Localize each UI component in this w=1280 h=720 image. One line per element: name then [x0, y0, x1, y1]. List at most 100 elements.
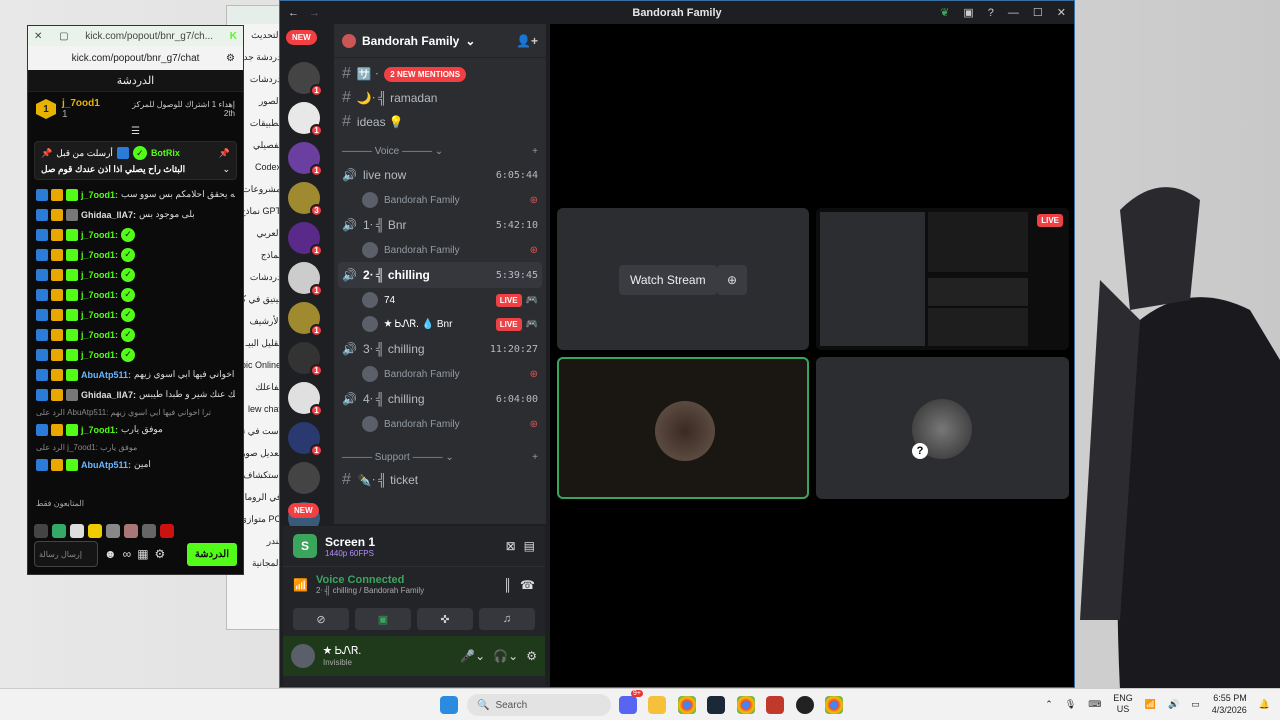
chat-username[interactable]: j_7ood1:: [81, 230, 118, 240]
chat-username[interactable]: j_7ood1:: [81, 425, 118, 435]
voice-user[interactable]: Bandorah Family ⊛: [334, 362, 546, 386]
game-app-icon[interactable]: [766, 696, 784, 714]
server-icon[interactable]: 1: [288, 262, 323, 297]
disconnect-icon[interactable]: ☎: [520, 578, 535, 592]
avatar[interactable]: [291, 644, 315, 668]
voice-user[interactable]: Bandorah Family ⊛: [334, 412, 546, 436]
noise-suppression-icon[interactable]: ║: [504, 578, 513, 592]
restore-icon[interactable]: ▢: [59, 31, 68, 42]
add-channel-icon[interactable]: +: [532, 452, 538, 463]
live-stream-tile[interactable]: LIVE: [816, 208, 1069, 350]
server-icon[interactable]: 3: [288, 182, 323, 217]
reply-preview[interactable]: الرد على AbuAtp511: ترا اخواني فيها ابي …: [36, 406, 235, 418]
taskbar-search[interactable]: 🔍 Search: [467, 694, 611, 716]
chat-input[interactable]: إرسال رسالة: [34, 541, 98, 567]
steam-icon[interactable]: [707, 696, 725, 714]
emote-icon[interactable]: [124, 524, 138, 538]
store-icon[interactable]: ▦: [137, 547, 148, 561]
guild-header[interactable]: Bandorah Family ⌄ 👤+: [334, 24, 546, 58]
voice-channel[interactable]: 🔊 2ᐧ ╣ chilling 5:39:45: [338, 262, 542, 288]
battery-icon[interactable]: ▭: [1191, 699, 1200, 710]
voice-status[interactable]: Voice Connected: [316, 574, 424, 586]
infinity-icon[interactable]: ∞: [123, 547, 132, 561]
app-icon[interactable]: [796, 696, 814, 714]
chat-username[interactable]: j_7ood1:: [81, 290, 118, 300]
emote-icon[interactable]: [106, 524, 120, 538]
chrome-icon[interactable]: [678, 696, 696, 714]
chrome-icon[interactable]: [825, 696, 843, 714]
speaking-user-tile[interactable]: [557, 357, 809, 499]
settings-icon[interactable]: ⚙: [226, 53, 235, 64]
chat-username[interactable]: j_7ood1:: [81, 330, 118, 340]
chat-username[interactable]: j_7ood1:: [81, 190, 118, 200]
send-chat-button[interactable]: الدردشة: [186, 542, 237, 566]
add-member-icon[interactable]: 👤+: [516, 34, 538, 48]
new-unread-pill-bottom[interactable]: NEW: [288, 503, 319, 518]
server-icon[interactable]: 1: [288, 342, 323, 377]
chrome-icon[interactable]: [737, 696, 755, 714]
voice-user[interactable]: 74 LIVE 🎮: [334, 288, 546, 312]
server-icon[interactable]: 1: [288, 302, 323, 337]
unpin-icon[interactable]: 📌: [219, 148, 230, 159]
voice-channel[interactable]: 🔊 4ᐧ ╣ chilling 6:04:00: [334, 386, 546, 412]
chat-username[interactable]: j_7ood1:: [81, 250, 118, 260]
emote-icon[interactable]: [34, 524, 48, 538]
server-icon[interactable]: 1: [288, 222, 323, 257]
emoji-icon[interactable]: ☻: [104, 547, 117, 561]
volume-icon[interactable]: 🔊: [1168, 699, 1179, 710]
user-tile[interactable]: ?: [816, 357, 1069, 499]
language-indicator[interactable]: ENG US: [1113, 693, 1133, 715]
mic-icon[interactable]: 🎤⌄: [460, 649, 485, 663]
server-icon[interactable]: 1: [288, 142, 323, 177]
mic-icon[interactable]: 🎙: [1065, 699, 1076, 710]
close-icon[interactable]: ✕: [34, 31, 42, 42]
address-bar[interactable]: kick.com/popout/bnr_g7/chat ⚙: [28, 46, 243, 70]
channel-ideas[interactable]: # ideas 💡: [334, 110, 546, 134]
camera-off-button[interactable]: ⊘: [293, 608, 349, 630]
add-channel-icon[interactable]: +: [532, 146, 538, 157]
channel-ramadan[interactable]: # 🌙ᐧ ╣ ramadan: [334, 86, 546, 110]
gear-icon[interactable]: ⚙: [526, 649, 537, 663]
server-icon[interactable]: 1: [288, 382, 323, 417]
voice-user[interactable]: ★ ᏏᏁᏒ. 💧 Bnr LIVE 🎮: [334, 312, 546, 336]
chat-username[interactable]: j_7ood1:: [81, 270, 118, 280]
emote-icon[interactable]: [52, 524, 66, 538]
server-icon[interactable]: [288, 462, 320, 494]
new-unread-pill[interactable]: NEW: [286, 30, 317, 45]
chevron-up-icon[interactable]: ⌃: [1045, 699, 1053, 710]
server-icon[interactable]: 1: [288, 62, 323, 97]
reply-preview[interactable]: الرد على j_7ood1: موفق يارب: [36, 441, 235, 453]
clock[interactable]: 6:55 PM 4/3/2026: [1212, 692, 1247, 716]
emote-icon[interactable]: [142, 524, 156, 538]
server-icon[interactable]: 1: [288, 422, 323, 457]
pinned-user[interactable]: BotRix: [151, 148, 180, 158]
chat-username[interactable]: Ghidaa_lIA7:: [81, 210, 136, 220]
chat-username[interactable]: j_7ood1:: [81, 310, 118, 320]
stream-settings-icon[interactable]: ▤: [524, 539, 535, 553]
headphones-icon[interactable]: 🎧⌄: [493, 649, 518, 663]
keyboard-icon[interactable]: ⌨: [1088, 699, 1101, 710]
share-screen-button[interactable]: ▣: [355, 608, 411, 630]
chat-username[interactable]: AbuAtp511:: [81, 460, 131, 470]
soundboard-button[interactable]: ♫: [479, 608, 535, 630]
emote-icon[interactable]: [88, 524, 102, 538]
support-category[interactable]: ——— Support ——— ⌄ +: [334, 446, 546, 468]
voice-user[interactable]: Bandorah Family ⊛: [334, 238, 546, 262]
chat-username[interactable]: Ghidaa_lIA7:: [81, 390, 136, 400]
stream-tile[interactable]: Watch Stream ⊕: [557, 208, 809, 350]
voice-channel[interactable]: 🔊 1ᐧ ╣ Bnr 5:42:10: [334, 212, 546, 238]
expand-icon[interactable]: ⌄: [222, 164, 230, 175]
mentions-badge[interactable]: 2 NEW MENTIONS: [384, 66, 467, 82]
emote-icon[interactable]: [70, 524, 84, 538]
server-icon[interactable]: 1: [288, 102, 323, 137]
voice-channel[interactable]: 🔊 3ᐧ ╣ chilling 11:20:27: [334, 336, 546, 362]
channel-announcements[interactable]: # 🈂️ ᐧ 2 NEW MENTIONS: [334, 62, 546, 86]
chat-username[interactable]: j_7ood1:: [81, 350, 118, 360]
voice-channel[interactable]: 🔊 live now 6:05:44: [334, 162, 546, 188]
start-icon[interactable]: [440, 696, 458, 714]
gear-icon[interactable]: ⚙: [155, 547, 166, 561]
watch-stream-button[interactable]: Watch Stream: [619, 265, 717, 295]
chat-username[interactable]: AbuAtp511:: [81, 370, 131, 380]
notification-icon[interactable]: 🔔: [1259, 699, 1270, 710]
menu-icon[interactable]: ☰: [28, 126, 243, 137]
